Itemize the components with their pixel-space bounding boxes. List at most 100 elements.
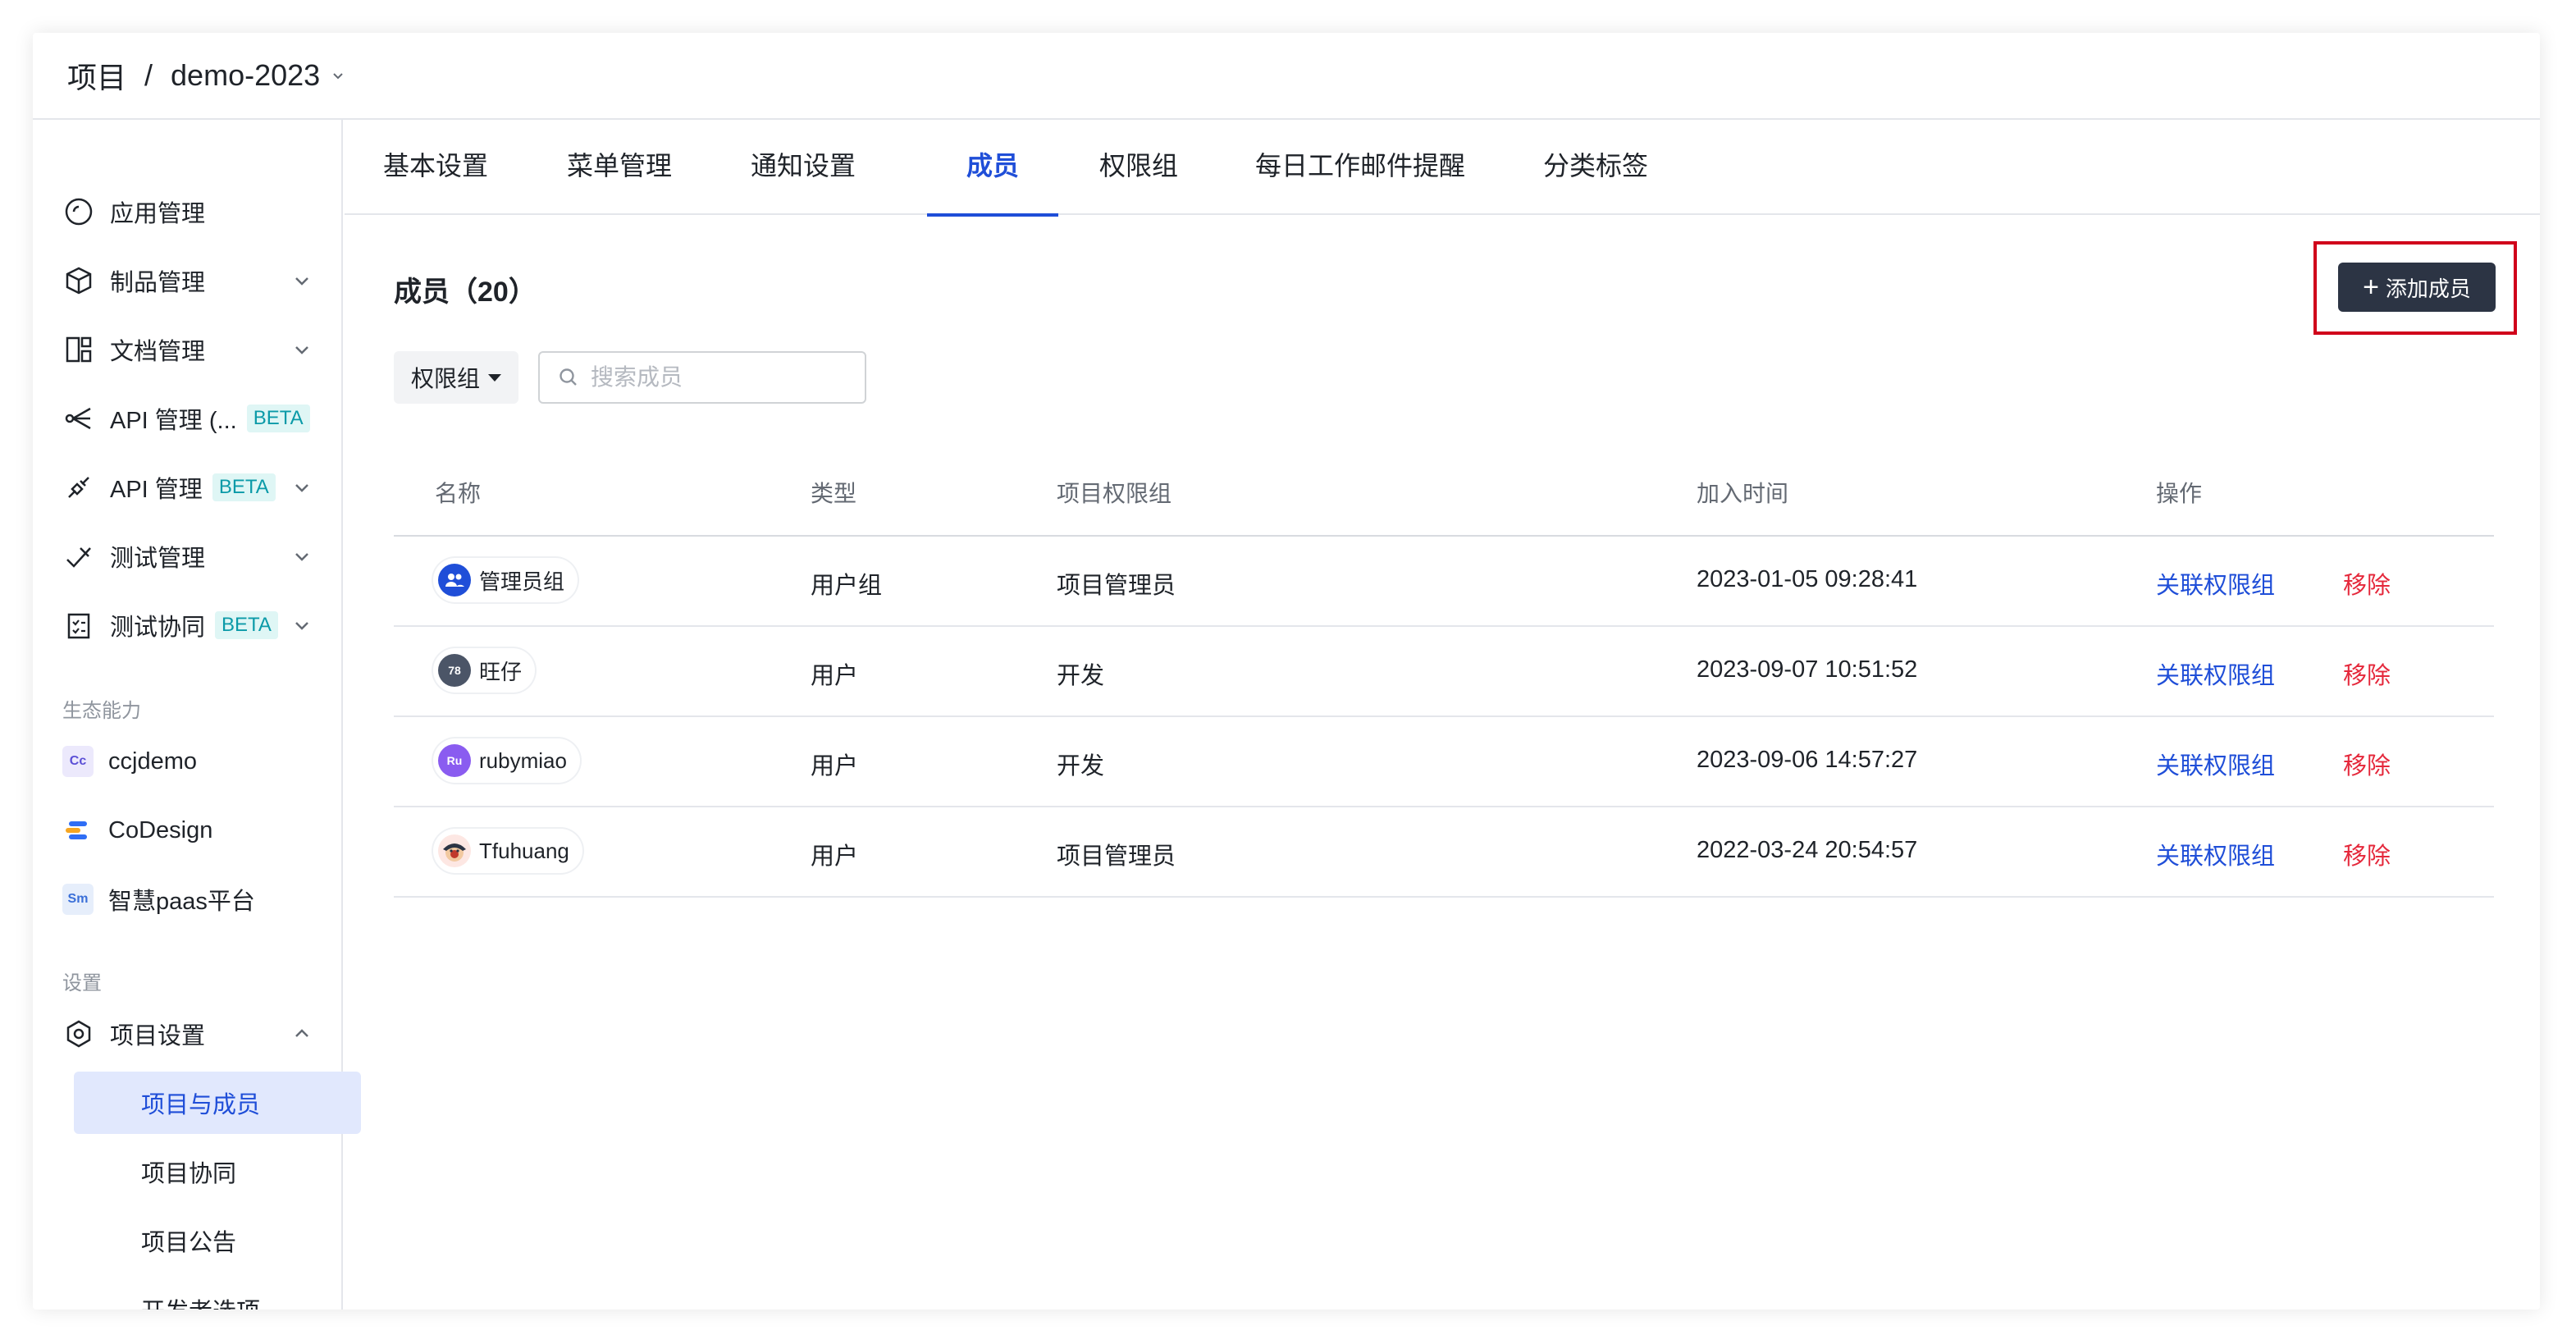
remove-member-link[interactable]: 移除 (2343, 747, 2391, 781)
sidebar-subitem-developer-options[interactable]: 开发者选项 (74, 1278, 361, 1310)
sidebar-item-doc-management[interactable]: 文档管理 (57, 320, 336, 379)
sidebar-subitem-project-notice[interactable]: 项目公告 (74, 1209, 361, 1272)
settings-section-title: 设置 (62, 972, 102, 994)
breadcrumb-separator: / (144, 58, 153, 92)
sidebar-item-app-management[interactable]: 应用管理 (57, 182, 336, 241)
sidebar-item-label: 测试协同 (110, 615, 206, 641)
filter-label: 权限组 (410, 366, 480, 391)
remove-member-link[interactable]: 移除 (2343, 837, 2391, 871)
tab-members[interactable]: 成员 (927, 120, 1058, 217)
sidebar: 应用管理 制品管理 文档管理 API 管理 (... BETA API 管理 B… (33, 120, 361, 1310)
smart-paas-logo-icon: Sm (62, 884, 94, 915)
link-permission-group-link[interactable]: 关联权限组 (2156, 566, 2275, 601)
plus-icon: + (2363, 272, 2379, 303)
sidebar-item-codesign[interactable]: CoDesign (57, 801, 336, 860)
search-icon (560, 368, 577, 386)
link-permission-group-link[interactable]: 关联权限组 (2156, 656, 2275, 691)
member-joined-time: 2022-03-24 20:54:57 (1697, 837, 1918, 863)
member-permission-group: 项目管理员 (1057, 573, 1176, 599)
ccjdemo-logo-icon: Cc (62, 746, 94, 777)
chevron-up-icon[interactable] (292, 1024, 312, 1044)
sidebar-item-api-management-1[interactable]: API 管理 (... BETA (57, 389, 336, 448)
codesign-logo-icon (62, 815, 94, 846)
member-permission-group: 项目管理员 (1057, 843, 1176, 870)
add-member-button[interactable]: + 添加成员 (2338, 263, 2496, 312)
sidebar-item-label: 智慧paas平台 (108, 889, 255, 915)
column-header-type: 类型 (811, 481, 857, 506)
sidebar-item-test-management[interactable]: 测试管理 (57, 527, 336, 586)
member-type: 用户组 (811, 573, 883, 599)
table-header: 名称 类型 项目权限组 加入时间 操作 (394, 443, 2494, 537)
eco-section-title: 生态能力 (62, 700, 141, 722)
member-joined-time: 2023-09-07 10:51:52 (1697, 656, 1918, 683)
member-name-pill[interactable]: Ru rubymiao (433, 738, 580, 783)
sidebar-item-label: ccjdemo (108, 747, 197, 775)
tab-permission-groups[interactable]: 权限组 (1098, 120, 1180, 215)
app-icon (62, 195, 95, 228)
checklist-icon (62, 609, 95, 642)
beta-badge: BETA (246, 405, 310, 432)
member-name: 管理员组 (479, 569, 565, 594)
sidebar-item-smart-paas[interactable]: Sm 智慧paas平台 (57, 870, 336, 929)
project-selector[interactable]: demo-2023 (171, 58, 320, 93)
sidebar-item-label: 测试管理 (110, 546, 206, 572)
beta-badge: BETA (212, 473, 276, 501)
search-input[interactable] (591, 364, 853, 391)
project-header: 项目 / demo-2023 (33, 33, 2540, 120)
column-header-permission-group: 项目权限组 (1057, 481, 1172, 506)
sidebar-subitem-project-members[interactable]: 项目与成员 (74, 1072, 361, 1134)
sidebar-item-project-settings[interactable]: 项目设置 (57, 1004, 336, 1063)
member-name: 旺仔 (479, 659, 523, 684)
member-type: 用户 (811, 843, 859, 870)
app-window: 项目 / demo-2023 应用管理 制品管理 文档管理 API 管理 (..… (33, 33, 2540, 1310)
sidebar-item-label: API 管理 (110, 477, 203, 503)
document-icon (62, 333, 95, 366)
column-header-actions: 操作 (2156, 481, 2203, 506)
add-member-label: 添加成员 (2385, 276, 2471, 301)
sidebar-item-ccjdemo[interactable]: Cc ccjdemo (57, 732, 336, 791)
page-title: 成员（20） (394, 277, 537, 308)
caret-down-icon (488, 373, 501, 382)
member-type: 用户 (811, 663, 859, 689)
tab-daily-email-reminder[interactable]: 每日工作邮件提醒 (1254, 120, 1467, 215)
tab-menu-management[interactable]: 菜单管理 (566, 120, 673, 215)
member-name-pill[interactable]: 78 旺仔 (433, 648, 536, 693)
package-icon (62, 264, 95, 297)
avatar (438, 834, 471, 867)
breadcrumb-root[interactable]: 项目 (67, 54, 126, 97)
member-joined-time: 2023-01-05 09:28:41 (1697, 566, 1918, 592)
tab-notification-settings[interactable]: 通知设置 (750, 120, 856, 215)
table-row: Tfuhuang 用户 项目管理员 2022-03-24 20:54:57 关联… (394, 807, 2494, 898)
members-table: 名称 类型 项目权限组 加入时间 操作 管理员组 用户组 项目管理员 2023-… (394, 443, 2494, 898)
settings-hexagon-icon (62, 1017, 95, 1050)
tab-category-labels[interactable]: 分类标签 (1542, 120, 1649, 215)
sidebar-item-label: API 管理 (... (110, 408, 237, 434)
sidebar-item-api-management-2[interactable]: API 管理 BETA (57, 458, 336, 517)
remove-member-link[interactable]: 移除 (2343, 656, 2391, 691)
member-name-pill[interactable]: Tfuhuang (433, 829, 582, 873)
link-permission-group-link[interactable]: 关联权限组 (2156, 747, 2275, 781)
chevron-down-icon[interactable] (292, 546, 312, 566)
sidebar-item-label: 文档管理 (110, 339, 206, 365)
chevron-down-icon[interactable] (292, 340, 312, 359)
member-type: 用户 (811, 753, 859, 779)
member-search[interactable] (538, 351, 866, 404)
sidebar-subitem-project-collab[interactable]: 项目协同 (74, 1141, 361, 1203)
tab-basic-settings[interactable]: 基本设置 (382, 120, 489, 215)
member-name: rubymiao (479, 747, 567, 773)
chevron-down-icon[interactable] (292, 615, 312, 635)
sidebar-item-test-collab[interactable]: 测试协同 BETA (57, 596, 336, 655)
permission-group-filter[interactable]: 权限组 (394, 351, 518, 404)
member-permission-group: 开发 (1057, 753, 1105, 779)
remove-member-link[interactable]: 移除 (2343, 566, 2391, 601)
chevron-down-icon[interactable] (331, 69, 345, 82)
chevron-down-icon[interactable] (292, 478, 312, 497)
member-joined-time: 2023-09-06 14:57:27 (1697, 747, 1918, 773)
sidebar-item-label: 制品管理 (110, 270, 206, 296)
chevron-down-icon[interactable] (292, 271, 312, 290)
table-row: 管理员组 用户组 项目管理员 2023-01-05 09:28:41 关联权限组… (394, 537, 2494, 627)
link-permission-group-link[interactable]: 关联权限组 (2156, 837, 2275, 871)
member-name-pill[interactable]: 管理员组 (433, 558, 578, 602)
table-row: Ru rubymiao 用户 开发 2023-09-06 14:57:27 关联… (394, 717, 2494, 807)
sidebar-item-artifact-management[interactable]: 制品管理 (57, 251, 336, 310)
